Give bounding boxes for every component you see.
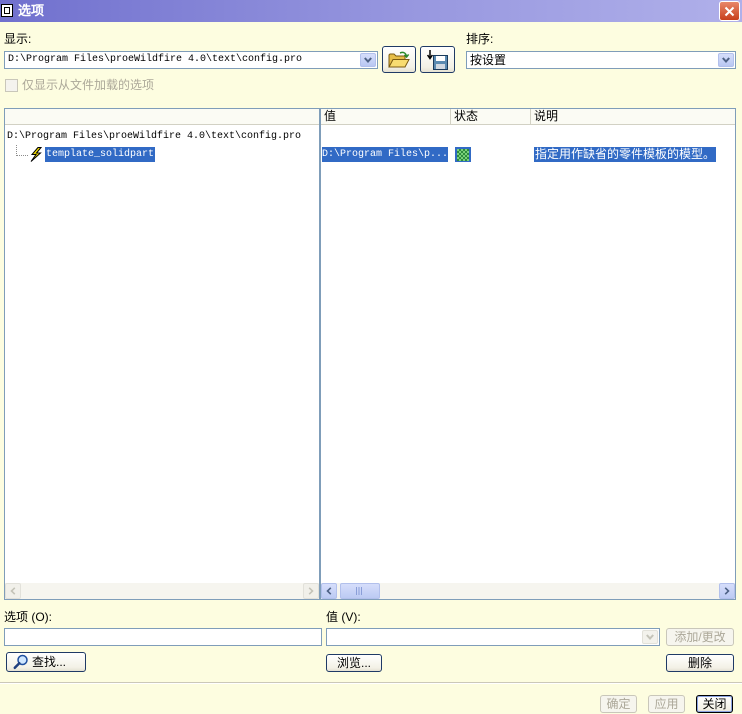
open-folder-icon: [388, 51, 410, 69]
ok-button[interactable]: 确定: [600, 695, 637, 713]
row-status: [455, 147, 471, 162]
row-description: 指定用作缺省的零件模板的模型。: [534, 147, 717, 162]
title-bar[interactable]: 选项: [0, 0, 742, 22]
option-value-dropdown-button[interactable]: [642, 630, 658, 644]
tree-root-file[interactable]: D:\Program Files\proeWildfire 4.0\text\c…: [7, 130, 301, 143]
column-header-value[interactable]: 值: [321, 109, 451, 124]
search-icon: [13, 654, 29, 670]
table-scroll-thumb[interactable]: [340, 583, 380, 599]
tree-item-template-solidpart[interactable]: template_solidpart: [45, 147, 156, 162]
option-field-label: 选项 (O):: [4, 610, 52, 624]
browse-label: 浏览...: [336, 656, 371, 670]
tree-scroll-right-button[interactable]: [303, 583, 319, 599]
value-field-label: 值 (V):: [326, 610, 361, 624]
tree-scroll-left-button[interactable]: [5, 583, 21, 599]
table-scroll-right-button[interactable]: [719, 583, 735, 599]
chevron-right-icon: [308, 587, 314, 595]
display-file-value: D:\Program Files\proeWildfire 4.0\text\c…: [8, 54, 303, 65]
option-table-panel: 值 状态 说明 D:\Program Files\p... 指定用作缺省的零件模…: [320, 108, 736, 600]
chevron-left-icon: [326, 587, 332, 595]
tree-header: [5, 109, 319, 125]
delete-label: 删除: [687, 656, 712, 670]
save-file-button[interactable]: [420, 46, 455, 73]
chevron-down-icon: [364, 57, 372, 63]
apply-button[interactable]: 应用: [648, 695, 685, 713]
close-window-button[interactable]: [719, 1, 740, 21]
display-file-combo[interactable]: D:\Program Files\proeWildfire 4.0\text\c…: [4, 51, 378, 69]
apply-label: 应用: [654, 697, 679, 711]
window-title: 选项: [18, 3, 45, 18]
display-file-dropdown-button[interactable]: [360, 53, 376, 67]
find-label: 查找...: [32, 655, 67, 669]
dialog-separator: [0, 682, 742, 684]
tree-horizontal-scrollbar[interactable]: [5, 583, 319, 599]
table-row[interactable]: D:\Program Files\p... 指定用作缺省的零件模板的模型。: [321, 147, 735, 162]
table-scroll-left-button[interactable]: [321, 583, 337, 599]
column-header-status[interactable]: 状态: [451, 109, 531, 124]
sort-combo[interactable]: 按设置: [466, 51, 736, 69]
option-tree-panel: D:\Program Files\proeWildfire 4.0\text\c…: [4, 108, 320, 600]
ok-label: 确定: [606, 697, 631, 711]
sort-dropdown-button[interactable]: [718, 53, 734, 67]
lightning-icon: [29, 147, 43, 162]
find-button[interactable]: 查找...: [6, 652, 86, 672]
chevron-left-icon: [10, 587, 16, 595]
grip-icon: [356, 587, 364, 595]
chevron-right-icon: [724, 587, 730, 595]
column-header-description[interactable]: 说明: [531, 109, 735, 124]
option-value-combo[interactable]: [326, 628, 660, 646]
loaded-only-checkbox[interactable]: [5, 79, 18, 92]
delete-button[interactable]: 删除: [666, 654, 734, 672]
status-icon: [457, 148, 469, 161]
open-file-button[interactable]: [382, 46, 416, 73]
table-header: 值 状态 说明: [321, 109, 735, 125]
tree-connector-line: [16, 145, 28, 156]
sort-value: 按设置: [470, 53, 507, 67]
add-change-button[interactable]: 添加/更改: [666, 628, 734, 646]
option-name-input[interactable]: [4, 628, 322, 646]
browse-button[interactable]: 浏览...: [326, 654, 382, 672]
add-change-label: 添加/更改: [674, 630, 726, 644]
chevron-down-icon: [722, 57, 730, 63]
row-value: D:\Program Files\p...: [322, 147, 448, 162]
chevron-down-icon: [646, 634, 654, 640]
sort-label: 排序:: [466, 32, 494, 46]
loaded-only-label: 仅显示从文件加载的选项: [22, 78, 155, 92]
window-icon[interactable]: [1, 4, 13, 17]
close-label: 关闭: [702, 697, 727, 711]
close-icon: [724, 6, 735, 17]
save-icon: [426, 49, 449, 71]
close-button[interactable]: 关闭: [696, 695, 733, 713]
table-horizontal-scrollbar[interactable]: [321, 583, 735, 599]
display-label: 显示:: [4, 32, 32, 46]
